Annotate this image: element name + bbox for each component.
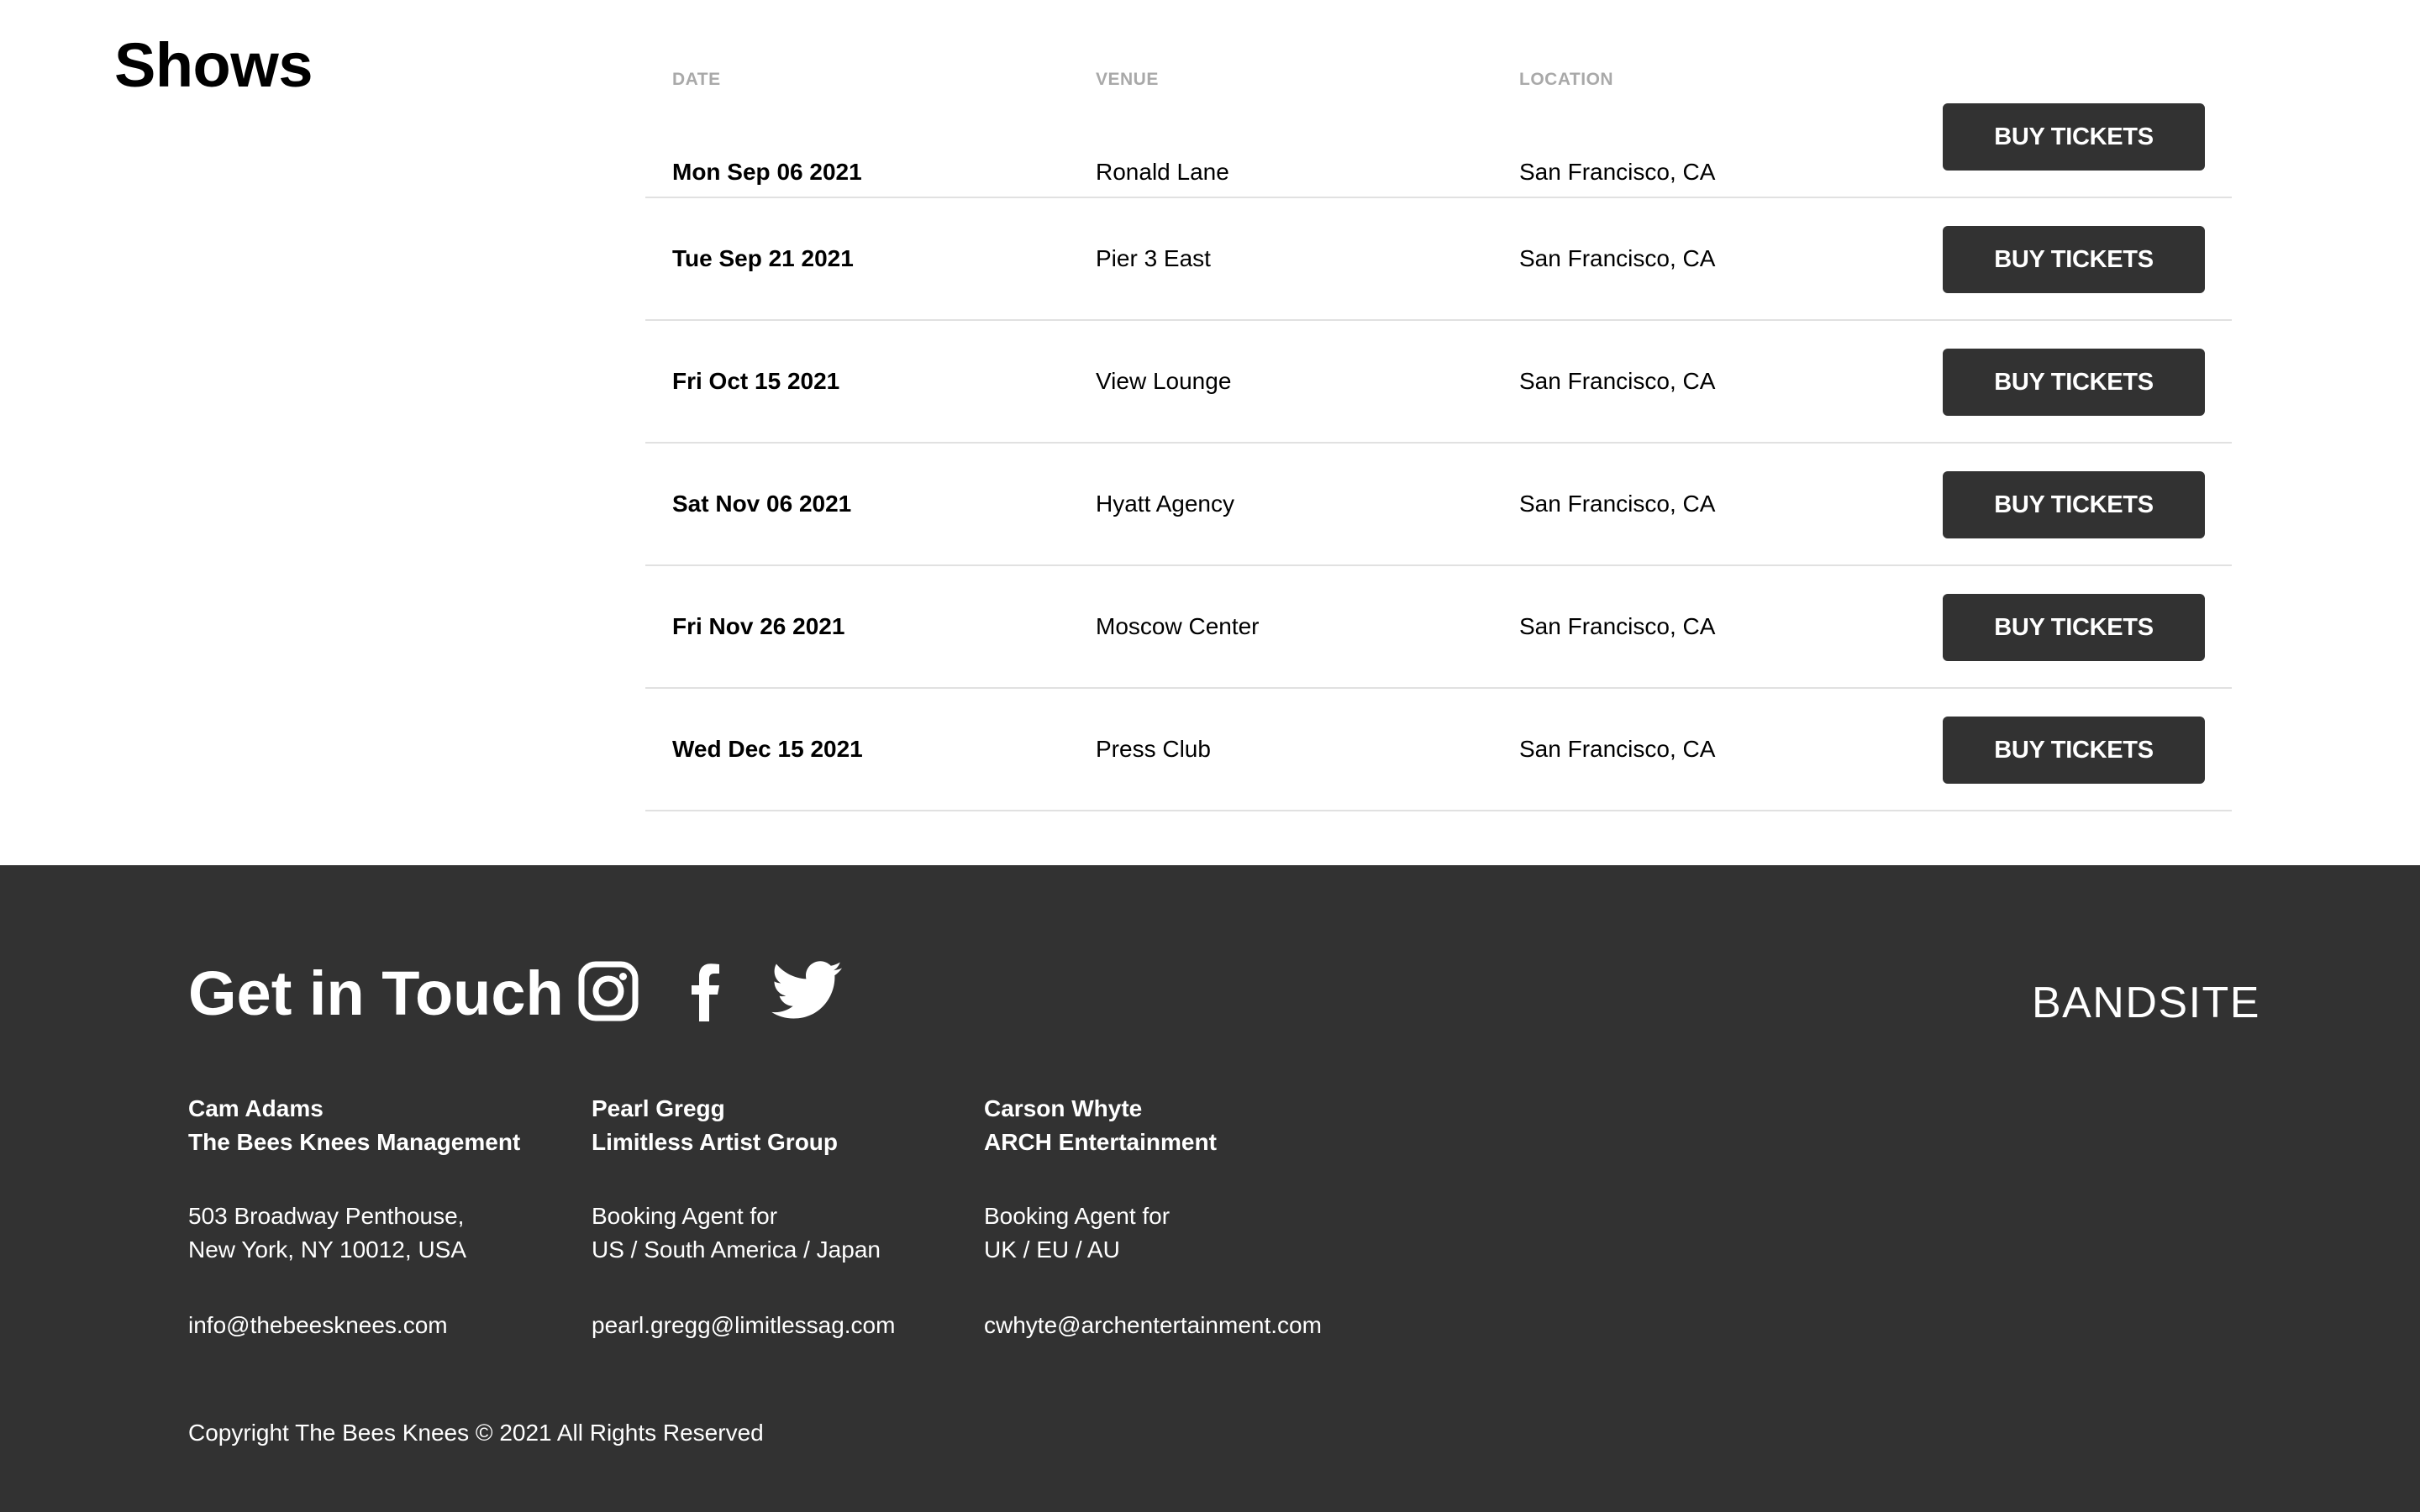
contact-name: Carson Whyte xyxy=(984,1095,1143,1121)
contact-line-1: Booking Agent for xyxy=(984,1203,1171,1229)
show-date: Fri Oct 15 2021 xyxy=(672,368,840,394)
show-venue: Moscow Center xyxy=(1096,613,1260,639)
show-date: Tue Sep 21 2021 xyxy=(672,245,854,271)
contact-line-1: 503 Broadway Penthouse, xyxy=(188,1203,465,1229)
contact-line-2: New York, NY 10012, USA xyxy=(188,1236,467,1263)
buy-tickets-button[interactable]: BUY TICKETS xyxy=(1943,226,2205,293)
show-date: Sat Nov 06 2021 xyxy=(672,491,852,517)
show-venue: Pier 3 East xyxy=(1096,245,1211,271)
buy-tickets-button[interactable]: BUY TICKETS xyxy=(1943,103,2205,171)
show-location: San Francisco, CA xyxy=(1519,368,1716,394)
contact-email[interactable]: info@thebeesknees.com xyxy=(188,1309,520,1342)
contact-cam-adams: Cam Adams The Bees Knees Management 503 … xyxy=(188,1092,520,1342)
buy-tickets-button[interactable]: BUY TICKETS xyxy=(1943,594,2205,661)
show-date: Fri Nov 26 2021 xyxy=(672,613,845,639)
show-venue: View Lounge xyxy=(1096,368,1232,394)
contact-pearl-gregg: Pearl Gregg Limitless Artist Group Booki… xyxy=(592,1092,895,1342)
instagram-icon[interactable] xyxy=(578,961,639,1021)
show-location: San Francisco, CA xyxy=(1519,491,1716,517)
show-location: San Francisco, CA xyxy=(1519,245,1716,271)
show-row: Fri Nov 26 2021 Moscow Center San Francisc… xyxy=(645,566,2232,689)
show-venue: Hyatt Agency xyxy=(1096,491,1234,517)
show-row: Sat Nov 06 2021 Hyatt Agency San Francisco… xyxy=(645,444,2232,566)
show-venue: Ronald Lane xyxy=(1096,159,1229,185)
bandsite-logo[interactable]: BANDSITE xyxy=(2032,978,2260,1028)
contact-line-2: US / South America / Japan xyxy=(592,1236,881,1263)
show-date: Wed Dec 15 2021 xyxy=(672,736,863,762)
shows-title: Shows xyxy=(114,30,313,100)
show-date: Mon Sep 06 2021 xyxy=(672,159,862,185)
contact-org: ARCH Entertainment xyxy=(984,1129,1217,1155)
show-location: San Francisco, CA xyxy=(1519,159,1716,185)
copyright: Copyright The Bees Knees © 2021 All Righ… xyxy=(188,1420,764,1446)
show-row: Fri Oct 15 2021 View Lounge San Francisco,… xyxy=(645,321,2232,444)
show-location: San Francisco, CA xyxy=(1519,736,1716,762)
contact-line-1: Booking Agent for xyxy=(592,1203,778,1229)
footer: Get in Touch BANDSITE Cam Adams The Bees… xyxy=(0,865,2420,1512)
facebook-icon[interactable] xyxy=(676,961,736,1021)
show-location: San Francisco, CA xyxy=(1519,613,1716,639)
shows-table: DATE VENUE LOCATION Mon Sep 06 2021 Ronal… xyxy=(645,0,2232,811)
show-rows: Mon Sep 06 2021 Ronald Lane San Francisco,… xyxy=(645,0,2232,811)
show-venue: Press Club xyxy=(1096,736,1211,762)
page: Shows DATE VENUE LOCATION Mon Sep 06 202… xyxy=(0,0,2420,1512)
contact-email[interactable]: pearl.gregg@limitlessag.com xyxy=(592,1309,895,1342)
contact-email[interactable]: cwhyte@archentertainment.com xyxy=(984,1309,1322,1342)
buy-tickets-button[interactable]: BUY TICKETS xyxy=(1943,717,2205,784)
show-row: Tue Sep 21 2021 Pier 3 East San Francisco,… xyxy=(645,198,2232,321)
contact-org: The Bees Knees Management xyxy=(188,1129,521,1155)
contact-carson-whyte: Carson Whyte ARCH Entertainment Booking … xyxy=(984,1092,1322,1342)
get-in-touch-title: Get in Touch xyxy=(188,958,564,1028)
show-row: Wed Dec 15 2021 Press Club San Francisco, … xyxy=(645,689,2232,811)
shows-section: Shows DATE VENUE LOCATION Mon Sep 06 202… xyxy=(0,0,2420,865)
contact-name: Cam Adams xyxy=(188,1095,324,1121)
twitter-icon[interactable] xyxy=(771,961,842,1021)
buy-tickets-button[interactable]: BUY TICKETS xyxy=(1943,349,2205,416)
show-row: Mon Sep 06 2021 Ronald Lane San Francisco,… xyxy=(645,0,2232,198)
buy-tickets-button[interactable]: BUY TICKETS xyxy=(1943,471,2205,538)
contact-name: Pearl Gregg xyxy=(592,1095,725,1121)
contact-line-2: UK / EU / AU xyxy=(984,1236,1120,1263)
contact-org: Limitless Artist Group xyxy=(592,1129,839,1155)
